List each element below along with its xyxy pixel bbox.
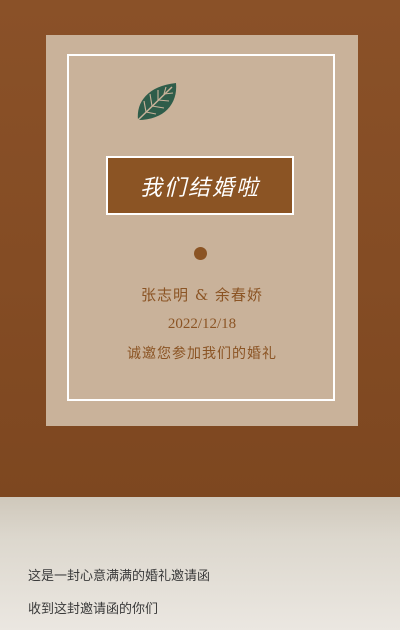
decorative-dot (194, 247, 207, 260)
title-box: 我们结婚啦 (106, 156, 294, 215)
invitation-text: 诚邀您参加我们的婚礼 (127, 346, 277, 362)
wedding-date: 2022/12/18 (167, 316, 237, 332)
message-line-1: 这是一封心意满满的婚礼邀请函 (28, 569, 211, 584)
leaf-icon (137, 83, 177, 121)
message-line-2: 收到这封邀请函的你们 (28, 602, 159, 617)
invitation-card (46, 35, 358, 426)
couple-names: 张志明 & 余春娇 (141, 286, 263, 304)
card-title: 我们结婚啦 (139, 175, 260, 201)
